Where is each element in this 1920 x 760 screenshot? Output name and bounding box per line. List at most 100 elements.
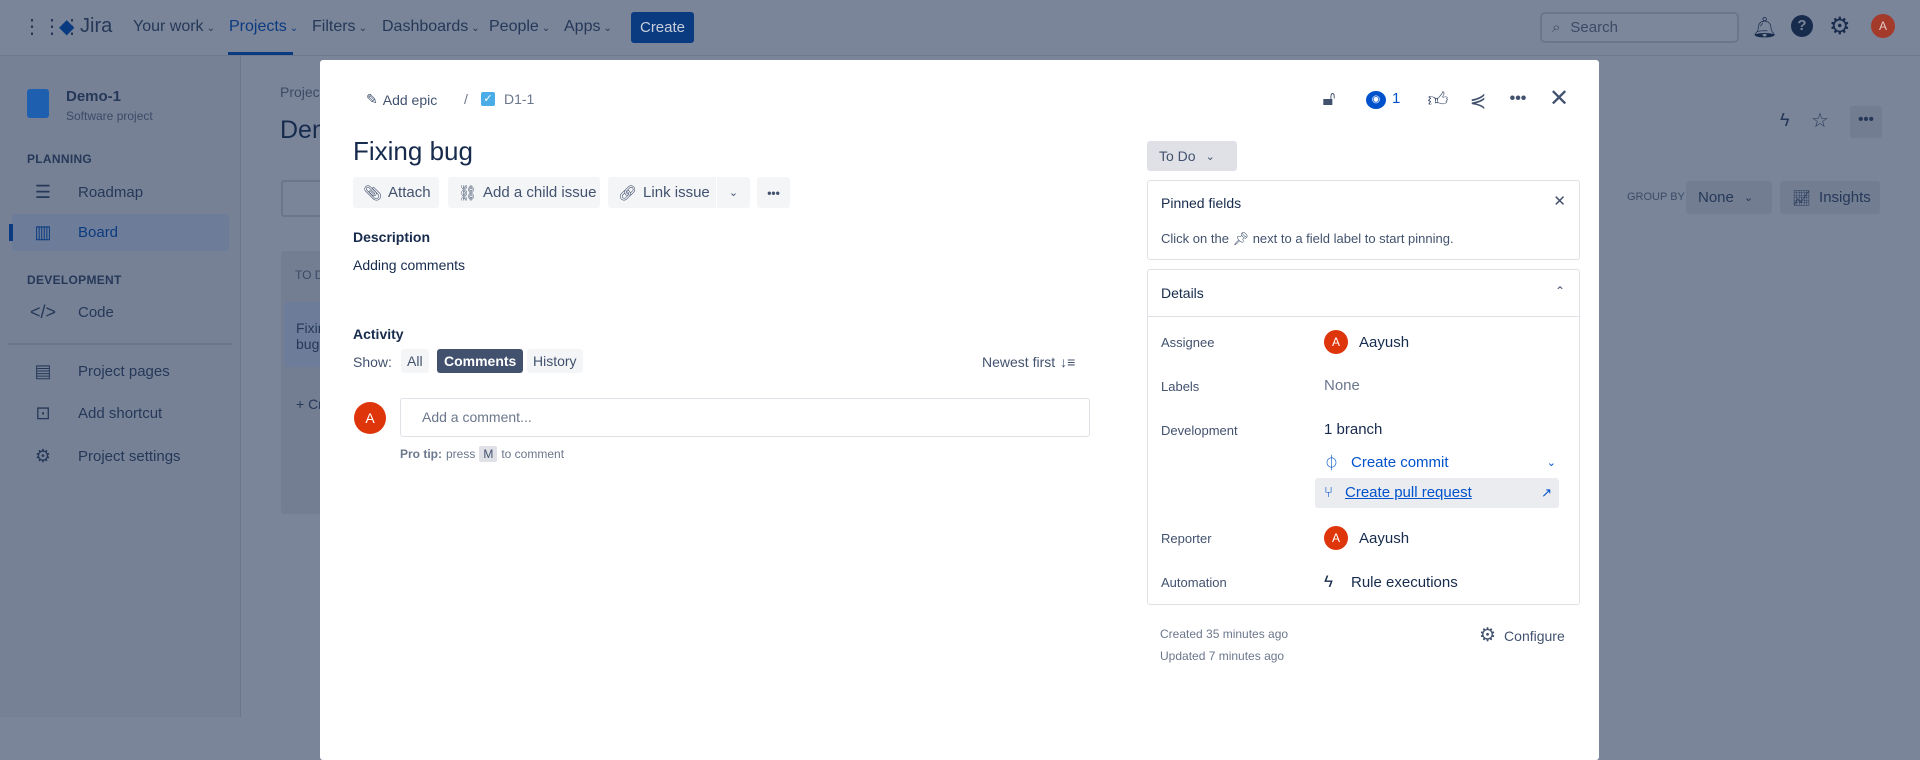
issue-title[interactable]: Fixing bug	[353, 136, 473, 167]
more-actions-button[interactable]: •••	[757, 177, 790, 208]
show-label: Show:	[353, 354, 392, 370]
button-label: Attach	[388, 184, 431, 201]
insights-label: Insights	[1819, 189, 1871, 206]
nav-label: People	[489, 18, 539, 35]
user-avatar: A	[1324, 330, 1348, 354]
group-by-label: GROUP BY	[1627, 191, 1685, 203]
sidebar-item-label: Add shortcut	[78, 405, 163, 422]
link-issue-dropdown[interactable]: ⌄	[717, 177, 750, 208]
nav-people[interactable]: People ⌄	[489, 18, 550, 36]
nav-your-work[interactable]: Your work ⌄	[133, 18, 215, 36]
pinned-title: Pinned fields	[1161, 195, 1242, 211]
details-header[interactable]: Details ⌃	[1148, 270, 1579, 317]
watch-eye-icon[interactable]: ◉	[1366, 91, 1386, 109]
pro-tip-text: press	[446, 447, 476, 461]
updated-timestamp: Updated 7 minutes ago	[1160, 649, 1285, 663]
star-icon[interactable]: ☆	[1811, 108, 1829, 133]
sidebar-item-roadmap[interactable]: ☰ Roadmap	[12, 174, 229, 211]
pinned-fields-panel: Pinned fields ✕ Click on the 📌︎ next to …	[1147, 180, 1580, 260]
button-label: Link issue	[643, 184, 710, 201]
section-development: DEVELOPMENT	[27, 273, 122, 287]
sort-label: Newest first	[982, 354, 1056, 370]
group-by-select[interactable]: None ⌄	[1686, 181, 1772, 214]
link-icon: 🔗︎	[618, 184, 638, 202]
comment-input[interactable]: Add a comment...	[400, 398, 1090, 437]
nav-label: Apps	[564, 18, 601, 35]
more-icon[interactable]: •••	[1505, 90, 1531, 108]
chevron-up-icon: ⌃	[1554, 284, 1565, 298]
jira-logo-icon[interactable]: ◆	[59, 14, 74, 39]
user-avatar: A	[1324, 526, 1348, 550]
nav-label: Dashboards	[382, 18, 469, 35]
create-commit-button[interactable]: ⏀ Create commit ⌄	[1324, 452, 1556, 473]
add-child-issue-button[interactable]: ⛓︎ Add a child issue	[448, 177, 600, 208]
filter-history[interactable]: History	[527, 349, 583, 373]
nav-apps[interactable]: Apps ⌄	[564, 18, 612, 36]
description-text[interactable]: Adding comments	[353, 257, 465, 273]
reporter-value: Aayush	[1359, 529, 1410, 547]
configure-button[interactable]: ⚙ Configure	[1479, 624, 1565, 647]
lock-icon[interactable]: 🔓︎	[1316, 88, 1342, 111]
insights-button[interactable]: 📈︎ Insights	[1780, 181, 1880, 214]
thumbs-up-icon[interactable]: 👍︎	[1425, 88, 1451, 112]
link-issue-button[interactable]: 🔗︎ Link issue	[608, 177, 716, 208]
status-dropdown[interactable]: To Do ⌄	[1147, 141, 1237, 171]
add-epic-button[interactable]: ✎ Add epic	[366, 91, 437, 108]
button-label: Add a child issue	[483, 184, 597, 201]
settings-gear-icon[interactable]: ⚙	[1829, 12, 1851, 41]
sidebar-item-label: Roadmap	[78, 184, 144, 201]
close-icon[interactable]: ✕	[1553, 192, 1566, 210]
sidebar-item-project-pages[interactable]: ▤ Project pages	[12, 353, 229, 390]
sidebar-item-project-settings[interactable]: ⚙ Project settings	[12, 438, 229, 475]
pinned-hint: Click on the 📌︎ next to a field label to…	[1161, 231, 1454, 247]
chevron-down-icon: ⌄	[603, 23, 612, 34]
nav-projects[interactable]: Projects ⌄	[229, 18, 298, 36]
filter-all[interactable]: All	[401, 349, 429, 373]
created-timestamp: Created 35 minutes ago	[1160, 627, 1289, 641]
sort-button[interactable]: Newest first ↓≡	[982, 354, 1075, 370]
sidebar-item-add-shortcut[interactable]: ⊡ Add shortcut	[12, 395, 229, 432]
user-avatar: A	[354, 402, 386, 434]
pro-tip-text: to comment	[501, 447, 565, 461]
chevron-down-icon: ⌄	[289, 23, 299, 34]
create-button[interactable]: Create	[631, 12, 694, 43]
reporter-field[interactable]: A Aayush	[1324, 526, 1409, 550]
close-icon[interactable]: ✕	[1546, 84, 1572, 113]
automation-icon[interactable]: ϟ	[1780, 110, 1790, 131]
jira-logo-text[interactable]: Jira	[80, 15, 112, 38]
sidebar-item-code[interactable]: </> Code	[12, 294, 229, 331]
rule-executions[interactable]: ϟ Rule executions	[1324, 572, 1458, 592]
notifications-bell-icon[interactable]: 🔔︎	[1752, 15, 1777, 40]
group-by-value: None	[1698, 189, 1734, 206]
help-icon[interactable]: ?	[1791, 15, 1813, 37]
search-icon: ⌕	[1552, 19, 1561, 36]
sort-icon: ↓≡	[1060, 354, 1076, 370]
chart-icon: 📈︎	[1792, 189, 1812, 207]
create-pr-label: Create pull request	[1345, 484, 1472, 501]
filter-comments[interactable]: Comments	[437, 349, 524, 373]
assignee-field[interactable]: A Aayush	[1324, 330, 1409, 354]
paperclip-icon: 📎︎	[363, 184, 383, 202]
sidebar-item-board[interactable]: ▥ Board	[9, 214, 229, 251]
labels-value[interactable]: None	[1324, 377, 1360, 394]
nav-filters[interactable]: Filters ⌄	[312, 18, 367, 36]
assignee-label: Assignee	[1161, 335, 1215, 350]
create-pull-request-link[interactable]: ⑂ Create pull request ↗	[1324, 484, 1552, 501]
more-icon[interactable]: •••	[1850, 106, 1882, 138]
hint-text: Click on the	[1161, 231, 1229, 246]
description-heading: Description	[353, 229, 431, 245]
reporter-label: Reporter	[1161, 531, 1212, 546]
search-input[interactable]: ⌕ Search	[1540, 12, 1739, 43]
configure-label: Configure	[1504, 627, 1565, 644]
share-icon[interactable]: ⋞	[1465, 88, 1491, 113]
branch-link[interactable]: 1 branch	[1324, 421, 1382, 438]
nav-dashboards[interactable]: Dashboards ⌄	[382, 18, 480, 36]
external-link-icon: ↗	[1541, 484, 1552, 500]
issue-key[interactable]: D1-1	[504, 91, 534, 107]
code-icon: </>	[30, 302, 57, 322]
activity-heading: Activity	[353, 326, 404, 342]
roadmap-icon: ☰	[34, 182, 52, 202]
attach-button[interactable]: 📎︎ Attach	[353, 177, 439, 208]
user-avatar[interactable]: A	[1871, 14, 1895, 38]
nav-label: Your work	[133, 18, 204, 35]
